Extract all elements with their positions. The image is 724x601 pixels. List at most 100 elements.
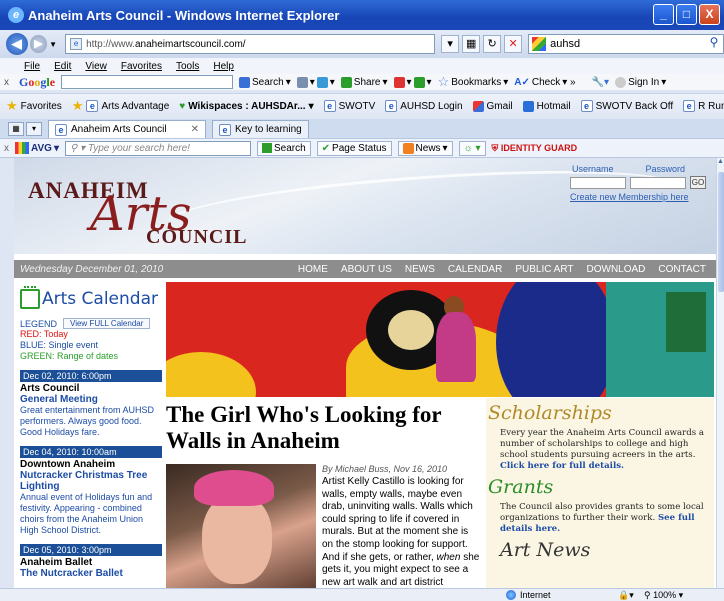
fav-item-swotv-back-off[interactable]: e SWOTV Back Off	[580, 100, 673, 112]
event-date: Dec 05, 2010: 3:00pm	[20, 544, 162, 556]
vertical-scrollbar[interactable]: ▲	[716, 158, 724, 588]
fav-item-gmail[interactable]: Gmail	[472, 100, 513, 112]
fav-item-r-runner[interactable]: eR Runner	[683, 100, 724, 112]
identity-guard-button[interactable]: ⛨ IDENTITY GUARD	[492, 143, 578, 154]
search-icon	[239, 76, 251, 88]
calendar-event[interactable]: Dec 02, 2010: 6:00pm Arts Council Genera…	[20, 370, 162, 438]
site-logo[interactable]: ANAHEIM Arts COUNCIL	[28, 174, 278, 248]
menu-favorites[interactable]: Favorites	[121, 61, 162, 72]
search-box[interactable]: auhsd ⚲	[528, 34, 724, 54]
close-tab-icon[interactable]: ✕	[191, 124, 199, 135]
nav-contact[interactable]: CONTACT	[658, 264, 706, 275]
history-dropdown-icon[interactable]: ▼	[49, 40, 57, 49]
view-full-calendar-button[interactable]: View FULL Calendar	[63, 318, 151, 329]
google-bookmarks-button[interactable]: ☆ Bookmarks ▾	[438, 74, 509, 90]
forward-button[interactable]: ▶	[29, 35, 48, 53]
nav-news[interactable]: NEWS	[405, 264, 435, 275]
minimize-button[interactable]: _	[653, 4, 674, 25]
maximize-button[interactable]: □	[676, 4, 697, 25]
address-field[interactable]: e http://www. anaheimartscouncil.com /	[65, 34, 436, 54]
google-extra[interactable]: ▾ ▾	[393, 76, 432, 88]
fav-item-hotmail[interactable]: Hotmail	[522, 100, 571, 112]
scroll-thumb[interactable]	[718, 172, 724, 292]
tab-label: Anaheim Arts Council	[71, 124, 167, 135]
google-share-button[interactable]: Share ▾	[340, 76, 388, 88]
quick-tabs-icon[interactable]: ▦	[8, 122, 24, 136]
google-search-input[interactable]	[61, 75, 234, 89]
google-tools[interactable]: ▾ ▾	[296, 76, 335, 88]
search-icon[interactable]: ⚲	[705, 35, 723, 53]
nav-calendar[interactable]: CALENDAR	[448, 264, 502, 275]
username-input[interactable]	[570, 176, 626, 189]
favorites-button[interactable]: ★ Favorites	[6, 98, 62, 114]
create-membership-link[interactable]: Create new Membership here	[570, 192, 706, 202]
protected-mode-icon[interactable]: 🔒▾	[618, 590, 634, 601]
back-button[interactable]: ◀	[6, 33, 28, 55]
event-date: Dec 02, 2010: 6:00pm	[20, 370, 162, 382]
google-toolbar: x Google Search ▾ ▾ ▾ Share ▾ ▾ ▾ ☆ Bookm…	[0, 74, 724, 90]
close-toolbar-icon[interactable]: x	[4, 77, 9, 88]
ie-logo-icon: e	[8, 7, 24, 23]
google-check-button[interactable]: A✓ Check ▾ »	[514, 77, 575, 88]
scholarships-text: Every year the Anaheim Arts Council awar…	[500, 428, 704, 471]
event-name[interactable]: Nutcracker Christmas Tree Lighting	[20, 470, 162, 492]
nav-download[interactable]: DOWNLOAD	[587, 264, 646, 275]
close-toolbar-icon[interactable]: x	[4, 143, 9, 154]
fav-item-arts-advantage[interactable]: ★ e Arts Advantage	[72, 98, 169, 114]
zoom-level[interactable]: ⚲ 100% ▾	[644, 590, 683, 601]
globe-icon	[506, 590, 516, 600]
share-icon	[340, 76, 352, 88]
article-headline[interactable]: The Girl Who's Looking for Walls in Anah…	[166, 402, 482, 454]
scroll-up-icon[interactable]: ▲	[717, 158, 724, 170]
page-icon: e	[580, 100, 593, 112]
event-org: Arts Council	[20, 383, 80, 394]
refresh-icon[interactable]: ↻	[483, 35, 502, 53]
address-row: ◀ ▶ ▼ e http://www. anaheimartscouncil.co…	[0, 30, 724, 58]
go-button[interactable]: GO	[690, 176, 706, 189]
stop-icon[interactable]: ✕	[504, 35, 523, 53]
security-zone[interactable]: Internet	[506, 590, 551, 600]
weather-button[interactable]: ☼ ▾	[458, 140, 486, 156]
tab-anaheim-arts-council[interactable]: e Anaheim Arts Council ✕	[48, 120, 206, 138]
compatibility-icon[interactable]: ▦	[462, 35, 481, 53]
menu-tools[interactable]: Tools	[176, 61, 199, 72]
event-name[interactable]: General Meeting	[20, 394, 162, 405]
close-button[interactable]: X	[699, 4, 720, 25]
page-icon: e	[683, 100, 696, 112]
address-dropdown-icon[interactable]: ▾	[441, 35, 460, 53]
google-signin-button[interactable]: Sign In ▾	[615, 76, 666, 88]
menu-file[interactable]: File	[24, 61, 40, 72]
tab-list-icon[interactable]: ▾	[26, 122, 42, 136]
menu-view[interactable]: View	[85, 61, 107, 72]
avg-search-button[interactable]: Search	[256, 140, 311, 156]
menu-help[interactable]: Help	[213, 61, 234, 72]
page-status-button[interactable]: ✔ Page Status	[316, 140, 392, 156]
news-button[interactable]: News ▾	[397, 140, 453, 156]
nav-about-us[interactable]: ABOUT US	[341, 264, 392, 275]
fav-item-swotv[interactable]: e SWOTV	[323, 100, 375, 112]
fav-item-auhsd-login[interactable]: e AUHSD Login	[385, 100, 463, 112]
current-date: Wednesday December 01, 2010	[20, 263, 164, 275]
gmail-icon	[472, 100, 484, 112]
feature-article: The Girl Who's Looking for Walls in Anah…	[166, 402, 482, 588]
google-search-button[interactable]: Search ▾	[239, 76, 291, 88]
calendar-event[interactable]: Dec 04, 2010: 10:00am Downtown Anaheim N…	[20, 446, 162, 536]
tab-row: ▦ ▾ e Anaheim Arts Council ✕ e Key to le…	[0, 119, 724, 138]
avg-search-input[interactable]: ⚲ ▾ Type your search here!	[64, 140, 251, 156]
page-icon: e	[385, 100, 398, 112]
google-wrench-button[interactable]: 🔧▾	[592, 77, 609, 88]
avg-toolbar: x AVG ▾ ⚲ ▾ Type your search here! Searc…	[0, 138, 724, 158]
fav-item-wikispaces[interactable]: ♥ Wikispaces : AUHSDAr... ▾	[179, 101, 313, 112]
status-bar: Internet 🔒▾ ⚲ 100% ▾	[0, 588, 724, 601]
scholarships-link[interactable]: Click here for full details.	[500, 461, 624, 471]
nav-public-art[interactable]: PUBLIC ART	[515, 264, 573, 275]
event-name[interactable]: The Nutcracker Ballet	[20, 568, 162, 579]
password-input[interactable]	[630, 176, 686, 189]
tab-key-to-learning[interactable]: e Key to learning	[212, 120, 309, 138]
article-byline: By Michael Buss, Nov 16, 2010	[322, 464, 448, 474]
menu-edit[interactable]: Edit	[54, 61, 71, 72]
avg-logo[interactable]: AVG ▾	[15, 142, 59, 154]
calendar-event[interactable]: Dec 05, 2010: 3:00pm Anaheim Ballet The …	[20, 544, 162, 579]
nav-home[interactable]: HOME	[298, 264, 328, 275]
page-viewport: ANAHEIM Arts COUNCIL Username Password G…	[14, 158, 716, 588]
